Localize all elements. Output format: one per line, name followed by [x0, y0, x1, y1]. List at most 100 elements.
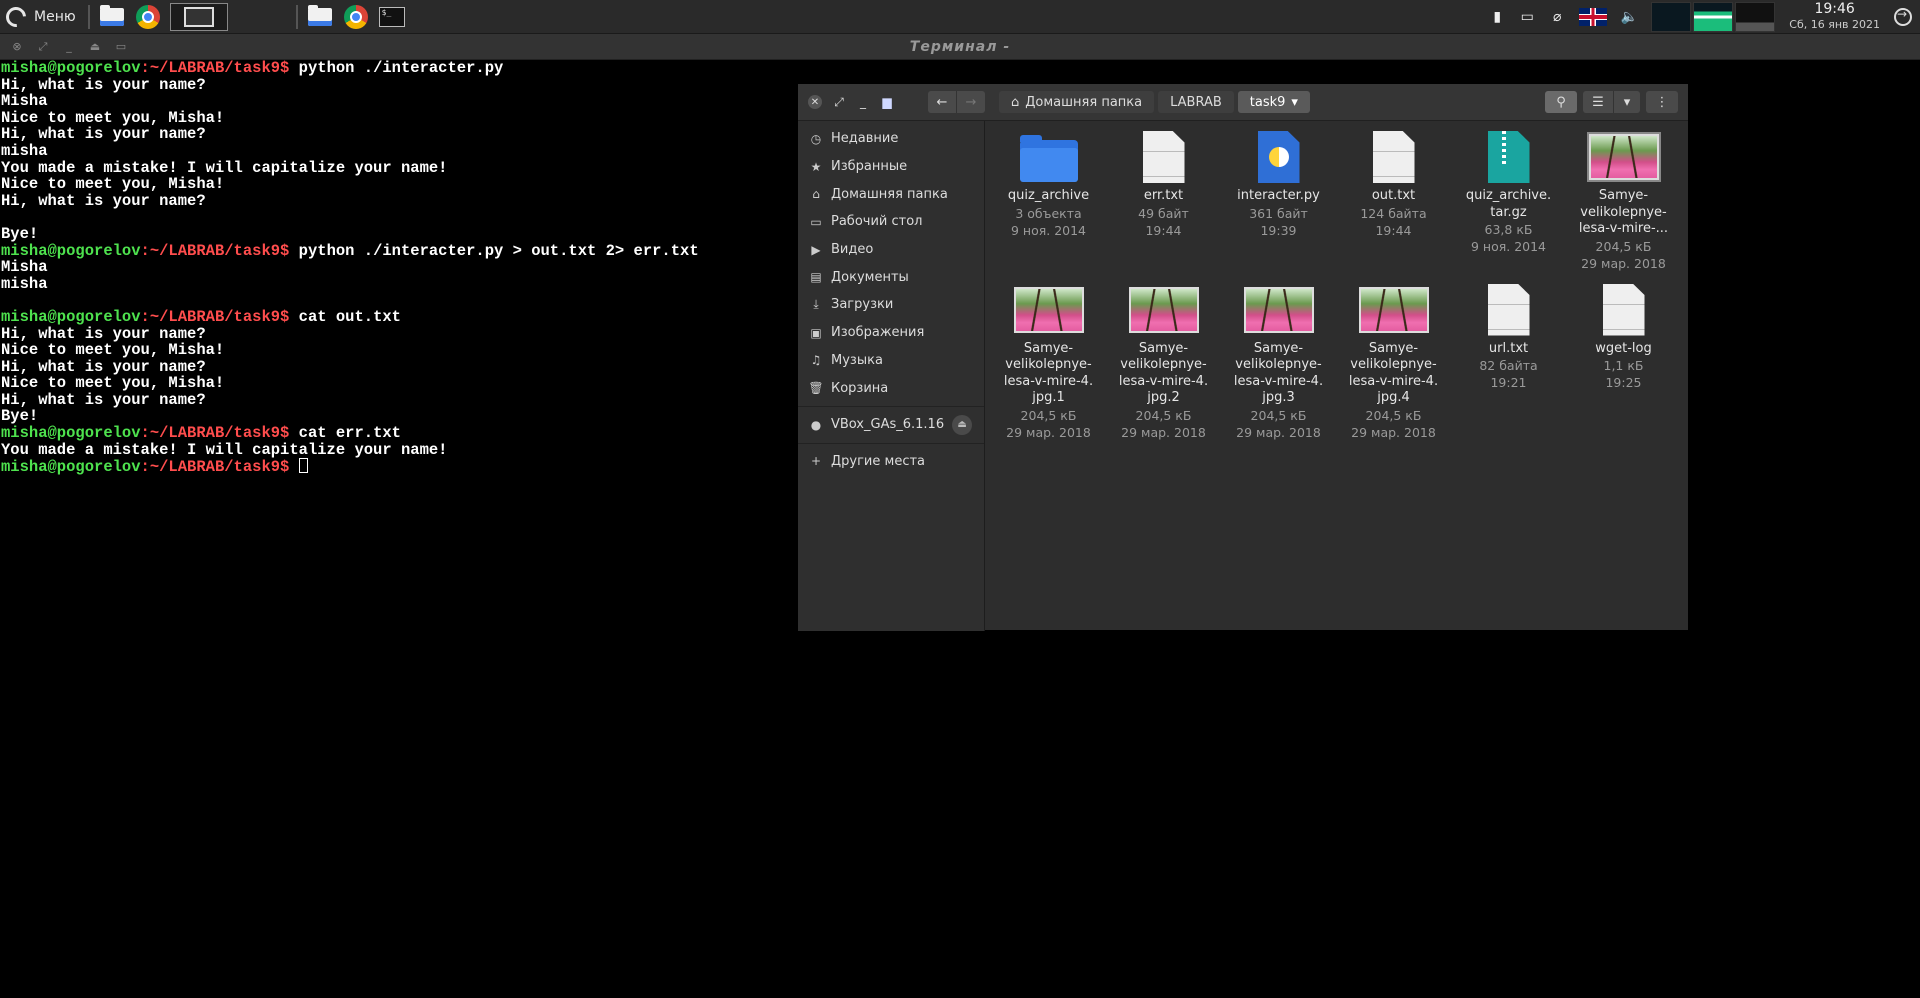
file-icon-wrap	[1013, 282, 1084, 338]
folder-icon	[1019, 135, 1078, 182]
sidebar-item-star[interactable]: ★ Избранные	[798, 153, 984, 181]
maximize-icon[interactable]: ⤢	[832, 95, 846, 109]
logout-icon[interactable]	[1894, 7, 1912, 26]
taskbar-terminal[interactable]: $_	[377, 3, 407, 31]
star-icon: ★	[810, 159, 822, 174]
prompt-user: misha@pogorelov	[1, 307, 141, 326]
file-name: quiz_archive	[1007, 188, 1090, 203]
minimize-icon[interactable]: _	[856, 95, 870, 109]
sidebar-item-document[interactable]: ▤ Документы	[798, 263, 984, 291]
eject-icon[interactable]: ⏏	[86, 38, 104, 56]
text-file-icon	[1602, 283, 1645, 336]
forward-button[interactable]: →	[957, 91, 985, 113]
prompt-path: :~/LABRAB/task9$	[140, 307, 290, 326]
file-size: 204,5 кБ	[1135, 407, 1192, 423]
file-icon-wrap	[1014, 129, 1084, 185]
breadcrumb-task9[interactable]: task9 ▾	[1237, 91, 1310, 113]
breadcrumb-label: task9	[1249, 94, 1286, 110]
view-options-button[interactable]: ▾	[1614, 91, 1640, 113]
breadcrumb-home[interactable]: ⌂ Домашняя папка	[999, 91, 1155, 113]
sidebar-item-label: VBox_GAs_6.1.16	[830, 417, 945, 433]
file-item[interactable]: url.txt 82 байта 19:21	[1451, 282, 1566, 441]
sidebar-item-trash[interactable]: 🗑 Корзина	[798, 374, 984, 402]
sidebar-item-clock[interactable]: ◷ Недавние	[798, 125, 984, 153]
system-monitor[interactable]	[1651, 1, 1776, 32]
taskbar-file-manager[interactable]	[305, 3, 335, 31]
image-thumbnail-icon	[1588, 134, 1659, 180]
file-item[interactable]: Samye- velikolepnye- lesa-v-mire-4. jpg.…	[1106, 282, 1221, 441]
taskbar-chrome[interactable]	[341, 3, 371, 31]
file-item[interactable]: err.txt 49 байт 19:44	[1106, 129, 1221, 272]
display-icon[interactable]: ▭	[1519, 9, 1535, 25]
image-thumbnail-icon	[1128, 286, 1199, 333]
sidebar-item-desktop[interactable]: ▭ Рабочий стол	[798, 208, 984, 236]
sidebar-item-label: Избранные	[831, 159, 908, 175]
terminal-title: Терминал -	[909, 38, 1011, 55]
terminal-cursor	[298, 458, 308, 474]
sidebar-item-device[interactable]: ● VBox_GAs_6.1.16 ⏏	[798, 411, 984, 439]
file-size: 49 байт	[1138, 205, 1189, 221]
minimize-icon[interactable]: _	[60, 38, 78, 56]
panel-separator	[87, 4, 90, 29]
sidebar-item-image[interactable]: ▣ Изображения	[798, 319, 984, 347]
window-icon[interactable]: ▭	[112, 38, 130, 56]
clock[interactable]: 19:46 Сб, 16 янв 2021	[1789, 1, 1880, 32]
sidebar-item-download[interactable]: ⤓ Загрузки	[798, 291, 984, 319]
breadcrumb-label: Домашняя папка	[1025, 94, 1143, 110]
sidebar-item-label: Музыка	[831, 352, 883, 368]
file-size: 361 байт	[1249, 205, 1308, 221]
disc-icon: ●	[810, 417, 822, 432]
file-item[interactable]: quiz_archive 3 объекта 9 ноя. 2014	[991, 129, 1106, 272]
show-windows-button[interactable]	[169, 2, 228, 31]
file-size: 204,5 кБ	[1020, 407, 1077, 423]
file-item[interactable]: Samye- velikolepnye- lesa-v-mire-4. jpg.…	[1221, 282, 1336, 441]
eject-icon[interactable]: ⏏	[952, 414, 972, 435]
file-item[interactable]: wget-log 1,1 кБ 19:25	[1566, 282, 1681, 441]
search-button[interactable]: ⚲	[1545, 91, 1577, 113]
file-name: url.txt	[1488, 340, 1529, 356]
breadcrumb-labrab[interactable]: LABRAB	[1158, 91, 1234, 113]
file-date: 9 ноя. 2014	[1470, 239, 1547, 254]
sidebar-item-label: Корзина	[831, 380, 889, 396]
sidebar-item-other-places[interactable]: + Другие места	[798, 448, 984, 476]
close-icon[interactable]: ✕	[808, 95, 822, 109]
close-icon[interactable]: ⊗	[8, 38, 26, 56]
chrome-launcher[interactable]	[133, 3, 163, 31]
file-date: 29 мар. 2018	[1351, 424, 1436, 440]
text-file-icon	[1142, 131, 1185, 183]
sidebar-item-video[interactable]: ▶ Видео	[798, 236, 984, 264]
sidebar-item-home[interactable]: ⌂ Домашняя папка	[798, 180, 984, 208]
clip-icon[interactable]: ⌀	[1549, 9, 1565, 25]
maximize-icon[interactable]: ⤢	[34, 38, 52, 56]
file-item[interactable]: Samye- velikolepnye- lesa-v-mire-4. jpg.…	[1336, 282, 1451, 441]
file-grid: quiz_archive 3 объекта 9 ноя. 2014 err.txt 4…	[985, 121, 1688, 631]
file-size: 204,5 кБ	[1250, 407, 1307, 423]
file-item[interactable]: out.txt 124 байта 19:44	[1336, 129, 1451, 272]
navigation-buttons: ← →	[928, 91, 985, 113]
more-vertical-icon: ⋮	[1655, 94, 1669, 110]
video-icon: ▶	[811, 242, 821, 257]
python-logo-icon	[1268, 147, 1289, 167]
file-item[interactable]: Samye- velikolepnye- lesa-v-mire-... 204,…	[1566, 129, 1681, 272]
battery-icon[interactable]: ▮	[1489, 9, 1505, 25]
list-view-button[interactable]: ☰	[1583, 91, 1614, 113]
file-item[interactable]: quiz_archive. tar.gz 63,8 кБ 9 ноя. 2014	[1451, 129, 1566, 272]
image-thumbnail-icon	[1243, 286, 1314, 333]
sidebar-item-music[interactable]: ♫ Музыка	[798, 347, 984, 375]
folder-icon: ▆	[882, 95, 892, 109]
file-name: interacter.py	[1237, 188, 1320, 203]
sidebar-separator	[798, 442, 984, 444]
file-item[interactable]: interacter.py 361 байт 19:39	[1221, 129, 1336, 272]
text-file-icon	[1487, 283, 1530, 336]
keyboard-layout-uk-flag-icon[interactable]	[1579, 7, 1608, 26]
menu-button[interactable]: ⋮	[1646, 91, 1678, 113]
file-date: 19:44	[1145, 222, 1182, 238]
panel-separator	[295, 4, 298, 29]
file-manager-launcher[interactable]	[97, 3, 127, 31]
prompt-user: misha@pogorelov	[1, 241, 141, 260]
menu-button[interactable]: Меню	[0, 0, 84, 33]
prompt-user: misha@pogorelov	[1, 458, 141, 477]
file-item[interactable]: Samye- velikolepnye- lesa-v-mire-4. jpg.…	[991, 282, 1106, 441]
back-button[interactable]: ←	[928, 91, 957, 113]
volume-icon[interactable]: 🔈	[1621, 9, 1638, 25]
